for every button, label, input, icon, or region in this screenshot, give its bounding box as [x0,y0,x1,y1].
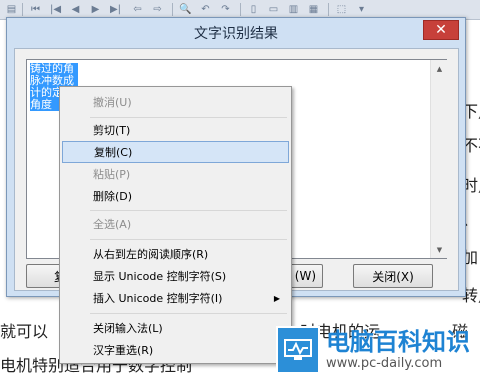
submenu-arrow-icon: ▶ [273,293,280,303]
menu-item-label: 粘贴(P) [93,168,131,181]
prev-page-icon[interactable]: ◀ [68,2,83,17]
menu-item-cut[interactable]: 剪切(T) [62,119,289,141]
vertical-scrollbar[interactable]: ▲ ▼ [430,60,447,258]
continuous-page-icon[interactable]: ▭ [266,2,281,17]
context-menu: 撤消(U) 剪切(T) 复制(C) 粘贴(P) 删除(D) 全选(A) 从右到左… [59,86,292,364]
close-window-button[interactable]: ✕ [423,20,459,40]
menu-item-label: 显示 Unicode 控制字符(S) [93,270,227,283]
menu-item-select-all[interactable]: 全选(A) [62,213,289,235]
menu-separator [90,239,287,240]
toolbar-separator [240,3,241,16]
menu-item-copy[interactable]: 复制(C) [62,141,289,163]
menu-item-close-ime[interactable]: 关闭输入法(L) [62,317,289,339]
close-button-label: 关闭(X) [372,269,414,284]
menu-item-label: 删除(D) [93,190,133,203]
last-page-icon[interactable]: ▶| [108,2,123,17]
monitor-logo-icon [276,326,320,374]
menu-item-label: 汉字重选(R) [93,344,154,357]
document-text: 就可以 [0,322,49,341]
next-page-icon[interactable]: ▶ [88,2,103,17]
menu-item-label: 撤消(U) [93,96,132,109]
toolbar-separator [172,3,173,16]
rotate-right-icon[interactable]: ↷ [218,2,233,17]
menu-item-show-unicode[interactable]: 显示 Unicode 控制字符(S) [62,265,289,287]
first-page-icon[interactable]: |◀ [48,2,63,17]
select-tool-icon[interactable]: ⬚ [334,2,349,17]
menu-item-label: 复制(C) [94,146,133,159]
menu-separator [90,117,287,118]
scroll-down-icon[interactable]: ▼ [431,241,448,258]
save-button-label: (W) [294,269,316,283]
menu-separator [90,313,287,314]
menu-item-undo[interactable]: 撤消(U) [62,91,289,113]
menu-item-label: 插入 Unicode 控制字符(I) [93,292,223,305]
grid-view-icon[interactable]: ▦ [306,2,321,17]
zoom-icon[interactable]: 🔍 [178,2,193,17]
menu-item-paste[interactable]: 粘贴(P) [62,163,289,185]
menu-item-label: 剪切(T) [93,124,131,137]
menu-item-rtl-order[interactable]: 从右到左的阅读顺序(R) [62,243,289,265]
menu-item-label: 从右到左的阅读顺序(R) [93,248,209,261]
two-page-icon[interactable]: ▥ [286,2,301,17]
watermark-url: www.pc-daily.com [326,356,443,371]
toolbar-separator [328,3,329,16]
close-button[interactable]: 关闭(X) [353,264,433,288]
forward-icon[interactable]: ⇨ [150,2,165,17]
menu-item-insert-unicode[interactable]: 插入 Unicode 控制字符(I) ▶ [62,287,289,309]
menu-item-delete[interactable]: 删除(D) [62,185,289,207]
watermark: 电脑百科知识 www.pc-daily.com [276,320,480,380]
toolbar-separator [22,3,23,16]
menu-icon[interactable]: ▤ [4,2,19,17]
first-page-icon[interactable]: ⏮ [28,2,43,17]
menu-item-label: 全选(A) [93,218,132,231]
rotate-left-icon[interactable]: ↶ [198,2,213,17]
single-page-icon[interactable]: ▯ [246,2,261,17]
dropdown-icon[interactable]: ▾ [354,2,369,17]
menu-item-label: 关闭输入法(L) [93,322,163,335]
scroll-up-icon[interactable]: ▲ [431,60,448,77]
watermark-title: 电脑百科知识 [326,328,470,356]
menu-separator [90,210,287,211]
back-icon[interactable]: ⇦ [130,2,145,17]
menu-item-reconversion[interactable]: 汉字重选(R) [62,339,289,361]
dialog-title: 文字识别结果 [194,26,278,42]
